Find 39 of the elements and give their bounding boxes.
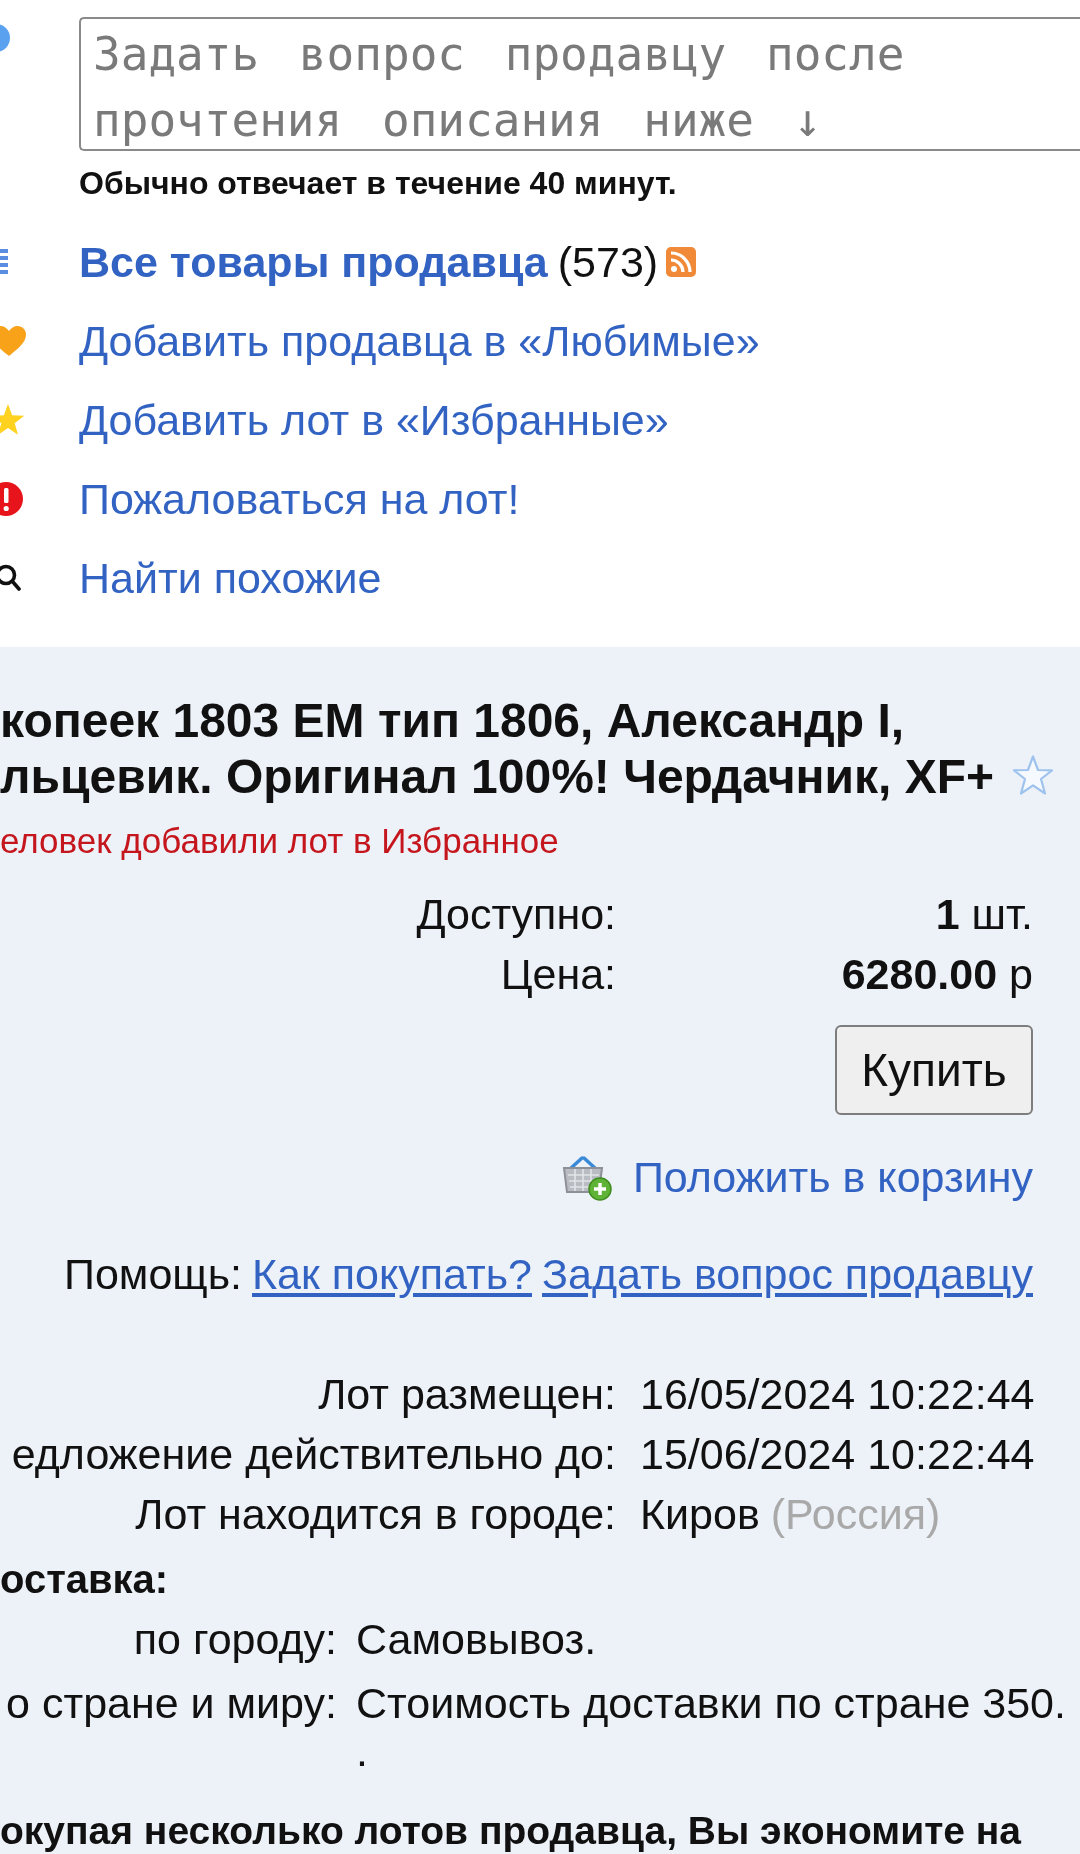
help-link[interactable]: Как покупать? [252,1249,532,1299]
offer-value: 1 шт. [934,889,1033,940]
question-field[interactable]: Задать вопрос продавцу после прочтения описания ниже ↓ [79,17,1080,151]
watchers-note: еловек добавили лот в Избранное [0,821,560,861]
detail-label: Лот находится в городе: [134,1489,616,1540]
detail-label: едложение действительно до: [10,1429,616,1480]
heart-icon [0,324,27,357]
delivery-label: о стране и миру: [5,1678,337,1729]
rss-icon[interactable] [666,246,697,277]
detail-value: 15/06/2024 10:22:44 [640,1429,1035,1480]
country-note: (Россия) [770,1489,941,1540]
offer-label: Доступно: [415,889,616,940]
seller-items-link[interactable]: Все товары продавца [79,236,548,287]
help-label: Помощь: [64,1249,243,1299]
delivery-value: Стоимость доставки по стране 350. . [356,1678,1067,1769]
footer-note: окупая несколько лотов продавца, Вы экономите на [0,1809,1023,1854]
delivery-value: Самовывоз. [356,1614,598,1665]
delivery-label: по городу: [132,1614,337,1665]
search-icon [0,563,21,592]
offer-label: Цена: [499,949,616,1000]
help-link[interactable]: Задать вопрос продавцу [542,1249,1033,1299]
reply-time-note: Обычно отвечает в течение 40 минут. [79,165,678,201]
offer-value: 6280.00 р [840,949,1033,1000]
item-count: (573) [557,236,659,287]
detail-label: Лот размещен: [317,1369,616,1420]
list-icon [0,249,8,274]
detail-value: Киров [640,1489,760,1540]
delivery-heading: оставка: [0,1556,170,1603]
favorite-seller-link[interactable]: Добавить продавца в «Любимые» [79,315,760,366]
favorite-star-icon[interactable] [1012,755,1055,797]
star-icon [0,403,25,436]
lot-title: копеек 1803 ЕМ тип 1806, Александр I, льцевик. Оригинал 100%! Чердачник, XF+ [0,693,995,805]
detail-value: 16/05/2024 10:22:44 [640,1369,1035,1420]
buy-button[interactable]: Купить [835,1025,1033,1115]
add-to-cart-link[interactable]: Положить в корзину [632,1146,1033,1208]
favorite-lot-link[interactable]: Добавить лот в «Избранные» [79,394,669,445]
basket-icon [561,1153,612,1201]
report-link[interactable]: Пожаловаться на лот! [79,473,520,524]
similar-link[interactable]: Найти похожие [79,552,382,603]
